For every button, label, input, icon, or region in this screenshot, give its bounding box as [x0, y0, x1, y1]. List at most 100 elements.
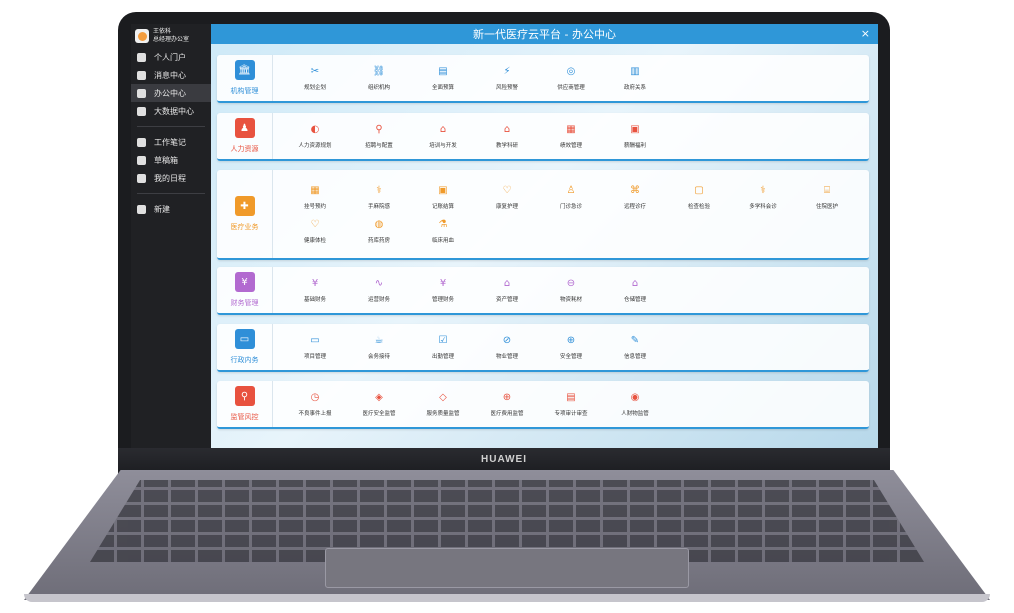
module-label: 政府关系 [623, 85, 646, 91]
module-item[interactable]: ▣ 记账结算 [411, 184, 475, 210]
category-header[interactable]: ¥ 财务管理 [217, 267, 273, 313]
user-dept: 总经理办公室 [153, 36, 190, 43]
module-item[interactable]: ¥ 管理财务 [411, 277, 475, 303]
module-item[interactable]: ∿ 运营财务 [347, 277, 411, 303]
module-item[interactable]: ◎ 供应商管理 [539, 65, 603, 91]
module-item[interactable]: ⚗ 临床用血 [411, 218, 475, 244]
module-item[interactable]: ♡ 康复护理 [475, 184, 539, 210]
sidebar-item-label: 消息中心 [154, 70, 186, 80]
module-item[interactable]: ▤ 全面预算 [411, 65, 475, 91]
module-label: 康复护理 [495, 204, 518, 210]
medical-icon: ✚ [234, 196, 255, 216]
module-item[interactable]: ✎ 信息管理 [603, 334, 667, 360]
notebook-icon [137, 137, 146, 147]
module-item[interactable]: ♙ 门诊急诊 [539, 184, 603, 210]
module-item[interactable]: ⌘ 远程诊疗 [603, 184, 667, 210]
module-item[interactable]: ☕ 会务接待 [347, 334, 411, 360]
module-label: 记账结算 [431, 204, 454, 210]
module-item[interactable]: ◉ 人财物监管 [603, 391, 667, 417]
module-item[interactable]: ⚕ 多学科会诊 [731, 184, 795, 210]
category-label: 人力资源 [230, 145, 259, 153]
module-item[interactable]: ⌂ 资产管理 [475, 277, 539, 303]
module-grid: ◷ 不良事件上报 ◈ 医疗安全监管 ◇ 服务质量监管 ⊕ 医疗费用监管 ▤ 专项审计审查 ◉ 人财物监… [283, 381, 861, 427]
module-icon: ¥ [311, 278, 319, 289]
sidebar-item-7[interactable]: 新建 [131, 200, 211, 218]
module-item[interactable]: ⚲ 招聘与配置 [347, 123, 411, 149]
module-item[interactable]: ◐ 人力资源规划 [283, 123, 347, 149]
module-item[interactable]: ⌸ 住院医护 [795, 184, 859, 210]
category-header[interactable]: ✚ 医疗业务 [217, 170, 273, 258]
category-header[interactable]: ⚲ 监管风控 [217, 381, 273, 427]
module-label: 供应商管理 [557, 85, 585, 91]
briefcase-icon [137, 88, 146, 98]
module-item[interactable]: ⊕ 医疗费用监管 [475, 391, 539, 417]
module-item[interactable]: ▣ 薪酬福利 [603, 123, 667, 149]
module-item[interactable]: ▢ 检查检验 [667, 184, 731, 210]
sidebar-item-2[interactable]: 办公中心 [131, 84, 211, 102]
trackpad [325, 548, 689, 588]
module-icon: ◈ [375, 392, 383, 403]
sidebar-item-4[interactable]: 工作笔记 [131, 133, 211, 151]
module-icon: ∿ [374, 278, 384, 289]
sidebar-item-1[interactable]: 消息中心 [131, 66, 211, 84]
category-header[interactable]: 🏛 机构管理 [217, 55, 273, 101]
module-grid: ▭ 项目管理 ☕ 会务接待 ☑ 出勤管理 ⊘ 物业管理 ⊕ 安全管理 ✎ 信息管理 [283, 324, 861, 370]
module-icon: ◎ [566, 66, 576, 77]
category-card: ¥ 财务管理 ¥ 基础财务 ∿ 运营财务 ¥ 管理财务 ⌂ 资产管理 ⊖ 物资耗材 ⌂ 仓储管理 [217, 267, 869, 315]
module-item[interactable]: ◇ 服务质量监管 [411, 391, 475, 417]
module-icon: ⌂ [503, 278, 511, 289]
module-label: 健康体检 [303, 238, 326, 244]
sidebar-item-3[interactable]: 大数据中心 [131, 102, 211, 120]
category-header[interactable]: ♟ 人力资源 [217, 113, 273, 159]
module-icon: ◇ [439, 392, 447, 403]
module-label: 出勤管理 [431, 354, 454, 360]
module-icon: ▣ [438, 185, 448, 196]
avatar[interactable] [135, 29, 149, 43]
module-icon: ◷ [310, 392, 320, 403]
message-icon [137, 70, 146, 80]
category-label: 医疗业务 [230, 223, 259, 231]
sidebar-item-5[interactable]: 草稿箱 [131, 151, 211, 169]
module-item[interactable]: ⚡ 风险预警 [475, 65, 539, 91]
module-item[interactable]: ¥ 基础财务 [283, 277, 347, 303]
module-label: 绩效管理 [559, 143, 582, 149]
module-item[interactable]: ⊖ 物资耗材 [539, 277, 603, 303]
module-item[interactable]: ▦ 挂号预约 [283, 184, 347, 210]
sidebar-item-label: 办公中心 [154, 88, 186, 98]
module-item[interactable]: ▭ 项目管理 [283, 334, 347, 360]
module-item[interactable]: ⌂ 教学科研 [475, 123, 539, 149]
module-item[interactable]: ⌂ 仓储管理 [603, 277, 667, 303]
sidebar-item-6[interactable]: 我的日程 [131, 169, 211, 187]
module-item[interactable]: ⊕ 安全管理 [539, 334, 603, 360]
module-item[interactable]: ♡ 健康体检 [283, 218, 347, 244]
module-icon: ⌂ [439, 124, 447, 135]
close-icon[interactable]: × [861, 27, 870, 40]
module-item[interactable]: ◷ 不良事件上报 [283, 391, 347, 417]
module-item[interactable]: ⚕ 手麻院感 [347, 184, 411, 210]
module-item[interactable]: ⌂ 培训与开发 [411, 123, 475, 149]
module-item[interactable]: ◈ 医疗安全监管 [347, 391, 411, 417]
sidebar-divider [137, 193, 205, 194]
module-item[interactable]: ✂ 规划企划 [283, 65, 347, 91]
module-icon: ✎ [630, 335, 640, 346]
module-item[interactable]: ▥ 政府关系 [603, 65, 667, 91]
module-label: 管理财务 [431, 297, 454, 303]
module-item[interactable]: ⊘ 物业管理 [475, 334, 539, 360]
sidebar-divider [137, 126, 205, 127]
module-icon: ⊕ [566, 335, 576, 346]
module-label: 挂号预约 [303, 204, 326, 210]
module-label: 组织机构 [367, 85, 390, 91]
sidebar-item-label: 新建 [154, 204, 170, 214]
module-item[interactable]: ▤ 专项审计审查 [539, 391, 603, 417]
sidebar-item-0[interactable]: 个人门户 [131, 48, 211, 66]
module-icon: ⚡ [503, 66, 511, 77]
admin-icon: ▭ [234, 329, 255, 349]
module-item[interactable]: ◍ 药库药房 [347, 218, 411, 244]
category-header[interactable]: ▭ 行政内务 [217, 324, 273, 370]
module-icon: ⛓ [372, 66, 386, 77]
drafts-icon [137, 155, 146, 165]
module-item[interactable]: ☑ 出勤管理 [411, 334, 475, 360]
module-item[interactable]: ⛓ 组织机构 [347, 65, 411, 91]
module-label: 安全管理 [559, 354, 582, 360]
module-item[interactable]: ▦ 绩效管理 [539, 123, 603, 149]
